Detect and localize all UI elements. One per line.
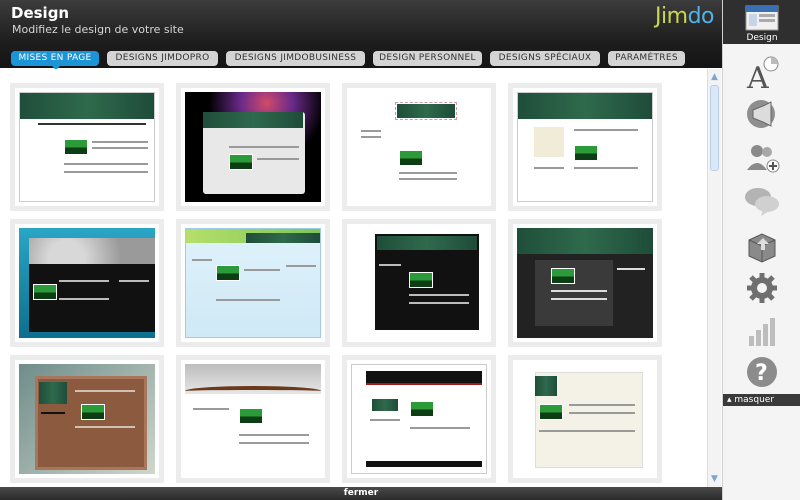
scroll-thumb[interactable] xyxy=(710,85,719,171)
layout-thumbnail[interactable] xyxy=(342,355,496,483)
jimdo-logo: Jimdo xyxy=(655,4,714,29)
scroll-up-arrow-icon[interactable]: ▲ xyxy=(708,71,721,83)
gear-icon xyxy=(747,273,777,303)
tab-mises-en-page[interactable]: MISES EN PAGE xyxy=(11,51,99,66)
layout-thumbnail[interactable] xyxy=(342,83,496,211)
layout-thumbnail[interactable] xyxy=(508,355,662,483)
sidebar-item-settings[interactable] xyxy=(723,266,800,306)
tab-designs-jimdopro[interactable]: DESIGNS JIMDOPRO xyxy=(107,51,218,66)
layout-thumbnail[interactable] xyxy=(10,219,164,347)
statistics-bars-icon xyxy=(749,318,775,346)
page-subtitle: Modifiez le design de votre site xyxy=(12,23,184,36)
logo-text-part1: Jim xyxy=(655,4,688,29)
megaphone-icon xyxy=(747,100,775,128)
sidebar-item-shop[interactable] xyxy=(723,224,800,264)
hide-sidebar-button[interactable]: ▴ masquer xyxy=(723,394,800,406)
layout-grid xyxy=(0,69,722,487)
header-bar: Design Modifiez le design de votre site … xyxy=(0,0,722,70)
layout-thumbnail[interactable] xyxy=(10,83,164,211)
tab-designs-speciaux[interactable]: DESIGNS SPÉCIAUX xyxy=(490,51,600,66)
sidebar-item-messages[interactable] xyxy=(723,180,800,220)
tab-design-personnel[interactable]: DESIGN PERSONNEL xyxy=(373,51,482,66)
package-box-icon xyxy=(748,233,776,263)
scroll-down-arrow-icon[interactable]: ▼ xyxy=(708,473,721,485)
sidebar: Design A ? ▴ masquer xyxy=(722,0,800,500)
layout-thumbnail[interactable] xyxy=(176,219,330,347)
user-add-icon xyxy=(747,145,780,173)
vertical-scrollbar[interactable]: ▲ ▼ xyxy=(707,69,721,487)
layout-thumbnail[interactable] xyxy=(342,219,496,347)
layout-thumbnail[interactable] xyxy=(508,83,662,211)
sidebar-item-design[interactable]: Design xyxy=(723,0,800,44)
tab-designs-jimdobusiness[interactable]: DESIGNS JIMDOBUSINESS xyxy=(226,51,365,66)
tab-parametres[interactable]: PARAMÈTRES xyxy=(608,51,685,66)
layout-thumbnail[interactable] xyxy=(176,355,330,483)
sidebar-item-statistics[interactable] xyxy=(723,308,800,348)
design-icon xyxy=(745,5,779,31)
chat-bubbles-icon xyxy=(745,188,779,216)
hide-label: masquer xyxy=(734,395,775,405)
logo-text-part2: do xyxy=(687,4,715,29)
sidebar-item-announcement[interactable] xyxy=(723,92,800,132)
svg-text:?: ? xyxy=(755,361,768,386)
help-icon: ? xyxy=(747,357,777,387)
font-style-icon: A xyxy=(746,56,779,92)
design-panel: Design Modifiez le design de votre site … xyxy=(0,0,722,500)
page-title: Design xyxy=(11,4,70,22)
layout-thumbnail[interactable] xyxy=(508,219,662,347)
layout-thumbnail[interactable] xyxy=(176,83,330,211)
sidebar-item-font-style[interactable]: A xyxy=(723,52,800,92)
close-bar[interactable]: fermer xyxy=(0,487,722,500)
sidebar-item-help[interactable]: ? xyxy=(723,350,800,390)
layout-thumbnail[interactable] xyxy=(10,355,164,483)
sidebar-item-users[interactable] xyxy=(723,136,800,176)
sidebar-item-label: Design xyxy=(746,33,778,43)
